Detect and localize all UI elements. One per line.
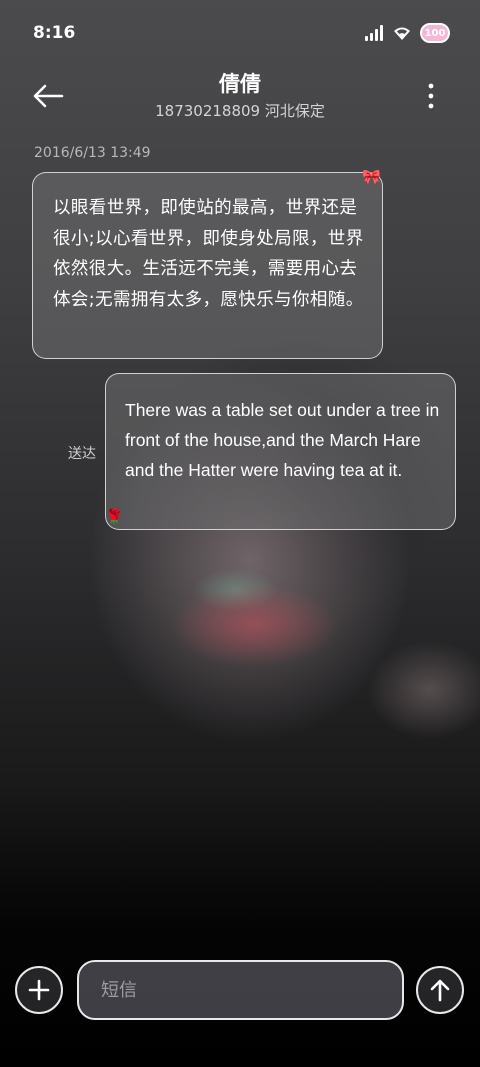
composer-bar xyxy=(0,958,480,1022)
message-timestamp: 2016/6/13 13:49 xyxy=(34,145,151,161)
delivery-status: 送达 xyxy=(68,446,96,462)
battery-label: 100 xyxy=(424,27,446,39)
send-arrow-icon xyxy=(430,979,450,1002)
send-button[interactable] xyxy=(416,966,464,1014)
message-input[interactable] xyxy=(77,960,404,1020)
battery-icon: 100 xyxy=(420,23,450,43)
add-attachment-button[interactable] xyxy=(15,966,63,1014)
wifi-icon xyxy=(394,27,410,40)
incoming-message-bubble[interactable]: 以眼看世界，即使站的最高，世界还是很小;以心看世界，即使身处局限，世界依然很大。… xyxy=(32,172,383,359)
more-options-button[interactable] xyxy=(418,78,444,114)
bow-icon: 🎀 xyxy=(362,168,381,186)
outgoing-message-text: There was a table set out under a tree i… xyxy=(125,400,440,480)
contact-name: 倩倩 xyxy=(219,72,261,96)
status-time: 8:16 xyxy=(33,23,76,43)
plus-icon xyxy=(28,979,50,1001)
status-bar: 8:16 100 xyxy=(0,0,480,66)
contact-number-location: 18730218809 河北保定 xyxy=(155,102,325,120)
incoming-message-text: 以眼看世界，即使站的最高，世界还是很小;以心看世界，即使身处局限，世界依然很大。… xyxy=(53,198,364,310)
more-vertical-icon xyxy=(428,83,434,109)
status-icons: 100 xyxy=(364,23,450,43)
conversation-header: 倩倩 18730218809 河北保定 xyxy=(0,66,480,130)
signal-icon xyxy=(365,25,383,41)
outgoing-message-bubble[interactable]: There was a table set out under a tree i… xyxy=(105,373,456,530)
rose-icon: 🌹 xyxy=(105,508,124,526)
